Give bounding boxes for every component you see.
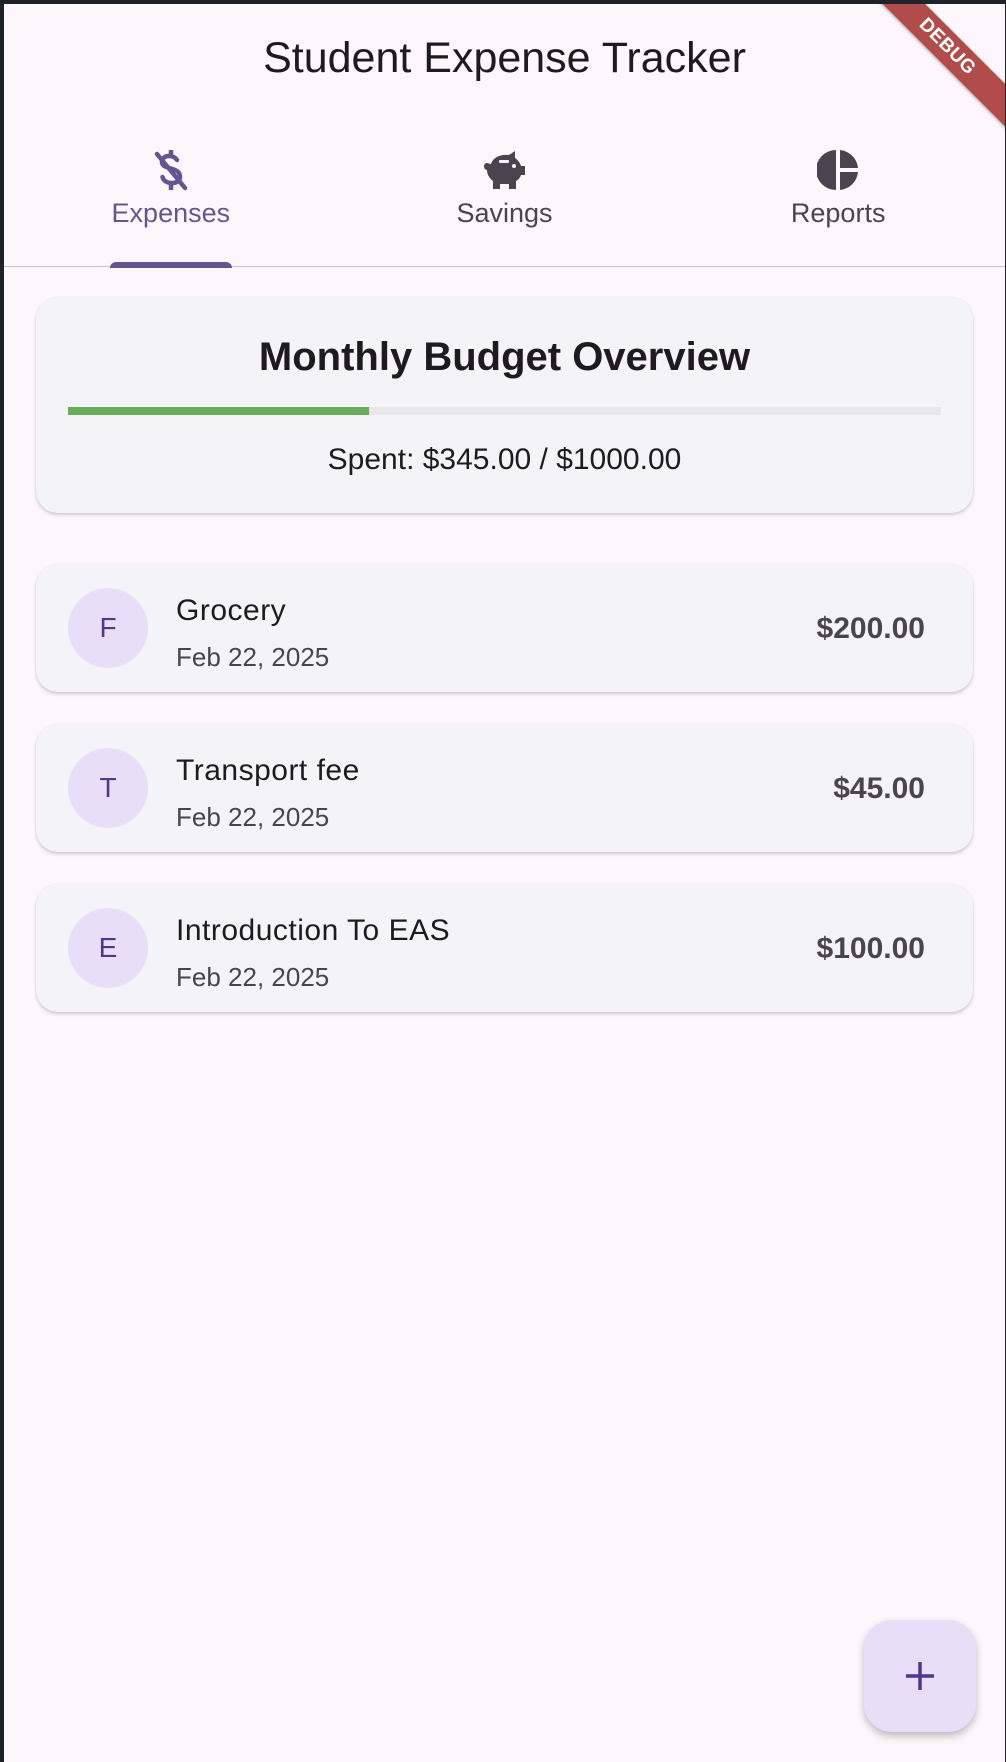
expense-item[interactable]: T Transport fee Feb 22, 2025 $45.00 — [36, 724, 973, 852]
pie-chart-icon — [816, 148, 860, 192]
piggy-bank-icon — [483, 148, 527, 192]
budget-progress-bar — [68, 407, 941, 415]
expense-name: Transport fee — [176, 754, 360, 787]
expense-name: Introduction To EAS — [176, 914, 451, 947]
tab-expenses[interactable]: Expenses — [4, 124, 338, 268]
active-tab-indicator — [109, 262, 232, 268]
tab-reports[interactable]: Reports — [671, 124, 1005, 266]
budget-title: Monthly Budget Overview — [258, 335, 751, 379]
expense-item[interactable]: E Introduction To EAS Feb 22, 2025 $100.… — [36, 884, 973, 1012]
tab-savings[interactable]: Savings — [338, 124, 672, 266]
money-off-icon — [149, 148, 193, 192]
budget-overview-card: Monthly Budget Overview Spent: $345.00 /… — [36, 297, 973, 513]
expense-amount: $200.00 — [816, 612, 925, 645]
budget-progress-fill — [68, 407, 370, 415]
expense-date: Feb 22, 2025 — [176, 962, 330, 992]
expense-date: Feb 22, 2025 — [176, 802, 330, 832]
app-title: Student Expense Tracker — [263, 34, 746, 82]
avatar: E — [68, 908, 148, 988]
expense-item[interactable]: F Grocery Feb 22, 2025 $200.00 — [36, 564, 973, 692]
avatar: F — [68, 588, 148, 668]
expense-name: Grocery — [176, 594, 287, 627]
app-screen: Student Expense Tracker DEBUG Expenses S… — [4, 4, 1005, 1762]
add-expense-button[interactable] — [864, 1620, 976, 1732]
avatar: T — [68, 748, 148, 828]
expense-amount: $45.00 — [833, 772, 925, 805]
tab-label: Expenses — [111, 198, 231, 228]
expense-amount: $100.00 — [816, 932, 925, 965]
tab-label: Savings — [456, 198, 553, 228]
budget-spent-text: Spent: $345.00 / $1000.00 — [327, 443, 682, 476]
tab-bar: Expenses Savings Reports — [4, 124, 1005, 268]
plus-icon — [906, 1662, 934, 1690]
tab-label: Reports — [790, 198, 886, 228]
expense-date: Feb 22, 2025 — [176, 642, 330, 672]
